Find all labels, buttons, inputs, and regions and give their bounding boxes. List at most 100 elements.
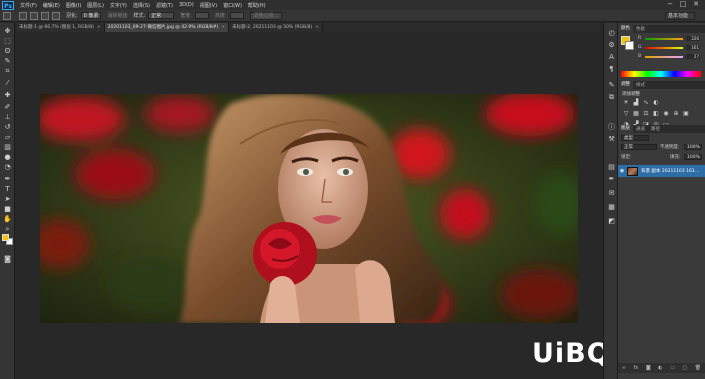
slider-value[interactable]: 161 (686, 45, 700, 50)
new-layer-icon[interactable]: ▢ (682, 365, 687, 371)
new-selection-icon[interactable] (19, 11, 27, 20)
fill-input[interactable]: 100% (684, 154, 702, 160)
clone-source-icon[interactable]: ⧉ (607, 93, 616, 101)
marquee-tool-icon[interactable]: ⬚ (3, 37, 12, 45)
history-brush-icon[interactable]: ↺ (3, 123, 12, 131)
color-balance-icon[interactable]: ⚖ (642, 110, 650, 117)
green-slider[interactable]: G 161 (638, 45, 702, 50)
styles-icon[interactable]: ◩ (607, 217, 616, 225)
subtract-selection-icon[interactable] (41, 11, 49, 20)
close-icon[interactable]: × (97, 24, 101, 32)
close-icon[interactable]: × (221, 24, 225, 32)
intersect-selection-icon[interactable] (52, 11, 60, 20)
layer-kind-filter[interactable]: 类型 (621, 135, 649, 141)
properties-icon[interactable]: ⚙ (607, 41, 616, 49)
adjustment-layer-icon[interactable]: ◐ (658, 365, 662, 371)
menu-help[interactable]: 帮助(H) (248, 2, 266, 9)
lasso-tool-icon[interactable]: ʘ (3, 47, 12, 55)
dodge-tool-icon[interactable]: ◔ (3, 163, 12, 171)
height-input[interactable] (229, 12, 244, 19)
tab-paths[interactable]: 路径 (648, 126, 663, 132)
color-spectrum-bar[interactable] (621, 71, 701, 77)
close-icon[interactable]: × (315, 24, 319, 32)
refine-edge-button[interactable]: 调整边缘... (249, 11, 283, 20)
menu-view[interactable]: 视图(V) (200, 2, 217, 9)
menu-select[interactable]: 选择(S) (133, 2, 150, 9)
trash-icon[interactable]: 🗑 (695, 365, 701, 371)
document-photo[interactable] (40, 94, 578, 323)
slider-track[interactable] (645, 46, 683, 49)
feather-input[interactable]: 0 像素 (80, 12, 102, 19)
tool-presets-icon[interactable]: ⚒ (607, 135, 616, 143)
tab-channels[interactable]: 通道 (633, 126, 648, 132)
slider-track[interactable] (645, 37, 683, 40)
slider-value[interactable]: 226 (686, 36, 700, 41)
minimize-button[interactable]: − (665, 0, 675, 10)
crop-tool-icon[interactable]: ⌗ (3, 67, 12, 75)
close-button[interactable]: ✕ (691, 0, 701, 10)
hue-saturation-icon[interactable]: ▦ (632, 110, 640, 117)
menu-image[interactable]: 图像(I) (66, 2, 81, 9)
paths-icon[interactable]: ✒ (607, 175, 616, 183)
blend-mode-select[interactable]: 正常 (621, 144, 657, 150)
eyedropper-icon[interactable]: ⁄ (3, 79, 12, 87)
paragraph-icon[interactable]: ¶ (607, 65, 616, 73)
vibrance-icon[interactable]: ▽ (622, 110, 630, 117)
style-select[interactable]: 正常 (148, 12, 175, 19)
channel-mixer-icon[interactable]: ⊕ (672, 110, 680, 117)
menu-type[interactable]: 文字(Y) (110, 2, 127, 9)
group-icon[interactable]: ▭ (670, 365, 675, 371)
layer-name[interactable]: 背景 副本 20211103 161... (641, 168, 699, 174)
layer-style-icon[interactable]: fx (634, 365, 639, 371)
layer-row-selected[interactable]: ◉ 背景 副本 20211103 161... (618, 165, 705, 177)
path-select-icon[interactable]: ➤ (3, 195, 12, 203)
tab-styles[interactable]: 样式 (633, 82, 648, 88)
maximize-button[interactable]: □ (678, 0, 688, 10)
quick-select-icon[interactable]: ✎ (3, 57, 12, 65)
menu-edit[interactable]: 编辑(E) (43, 2, 60, 9)
document-tab[interactable]: 未标题-2, 20211103 @ 50% (RGB/8) × (229, 23, 324, 32)
menu-3d[interactable]: 3D(D) (179, 2, 194, 8)
tab-color[interactable]: 颜色 (618, 25, 633, 33)
menu-filter[interactable]: 滤镜(T) (156, 2, 173, 9)
slider-value[interactable]: 27 (686, 54, 700, 59)
exposure-icon[interactable]: ◐ (652, 99, 660, 106)
photo-filter-icon[interactable]: ◉ (662, 110, 670, 117)
color-panel-background[interactable] (625, 41, 634, 50)
layer-mask-icon[interactable]: ◙ (646, 365, 651, 371)
clone-stamp-icon[interactable]: ⊥ (3, 113, 12, 121)
zoom-tool-icon[interactable]: ⌕ (3, 225, 12, 233)
workspace-select[interactable]: 基本功能 (665, 12, 695, 20)
color-lookup-icon[interactable]: ▣ (682, 110, 690, 117)
document-tab-active[interactable]: 20201103_09-27-微信图片.jpg @ 42.9% (RGB/8#)… (104, 23, 230, 32)
pen-tool-icon[interactable]: ✒ (3, 175, 12, 183)
brush-tool-icon[interactable]: ✐ (3, 103, 12, 111)
foreground-color-swatch[interactable] (2, 234, 9, 241)
tab-adjustments[interactable]: 调整 (618, 81, 633, 89)
type-tool-icon[interactable]: T (3, 185, 12, 193)
menu-layer[interactable]: 图层(L) (87, 2, 104, 9)
blur-tool-icon[interactable]: ● (3, 153, 12, 161)
link-layers-icon[interactable]: ∞ (622, 365, 626, 371)
brightness-icon[interactable]: ☀ (622, 99, 630, 106)
eye-icon[interactable]: ◉ (618, 168, 626, 174)
menu-file[interactable]: 文件(F) (20, 2, 37, 9)
marquee-preset-icon[interactable] (3, 11, 11, 20)
levels-icon[interactable]: ▟ (632, 99, 640, 106)
width-input[interactable] (194, 12, 209, 19)
tab-swatches[interactable]: 色板 (633, 26, 648, 32)
black-white-icon[interactable]: ◧ (652, 110, 660, 117)
antialias-checkbox[interactable]: 消除锯齿 (107, 12, 127, 19)
channels-icon[interactable]: ▤ (607, 163, 616, 171)
document-tab[interactable]: 未标题-1 @ 66.7% (图层 1, RGB/8) × (16, 23, 105, 32)
opacity-input[interactable]: 100% (684, 144, 702, 150)
character-icon[interactable]: A (607, 53, 616, 61)
healing-brush-icon[interactable]: ✚ (3, 91, 12, 99)
quick-mask-icon[interactable]: ◙ (3, 255, 12, 263)
red-slider[interactable]: R 226 (638, 36, 702, 41)
slider-track[interactable] (645, 55, 683, 58)
swatches-icon[interactable]: ▦ (607, 203, 616, 211)
menu-window[interactable]: 窗口(W) (223, 2, 242, 9)
curves-icon[interactable]: ∿ (642, 99, 650, 106)
hand-tool-icon[interactable]: ✋ (3, 215, 12, 223)
